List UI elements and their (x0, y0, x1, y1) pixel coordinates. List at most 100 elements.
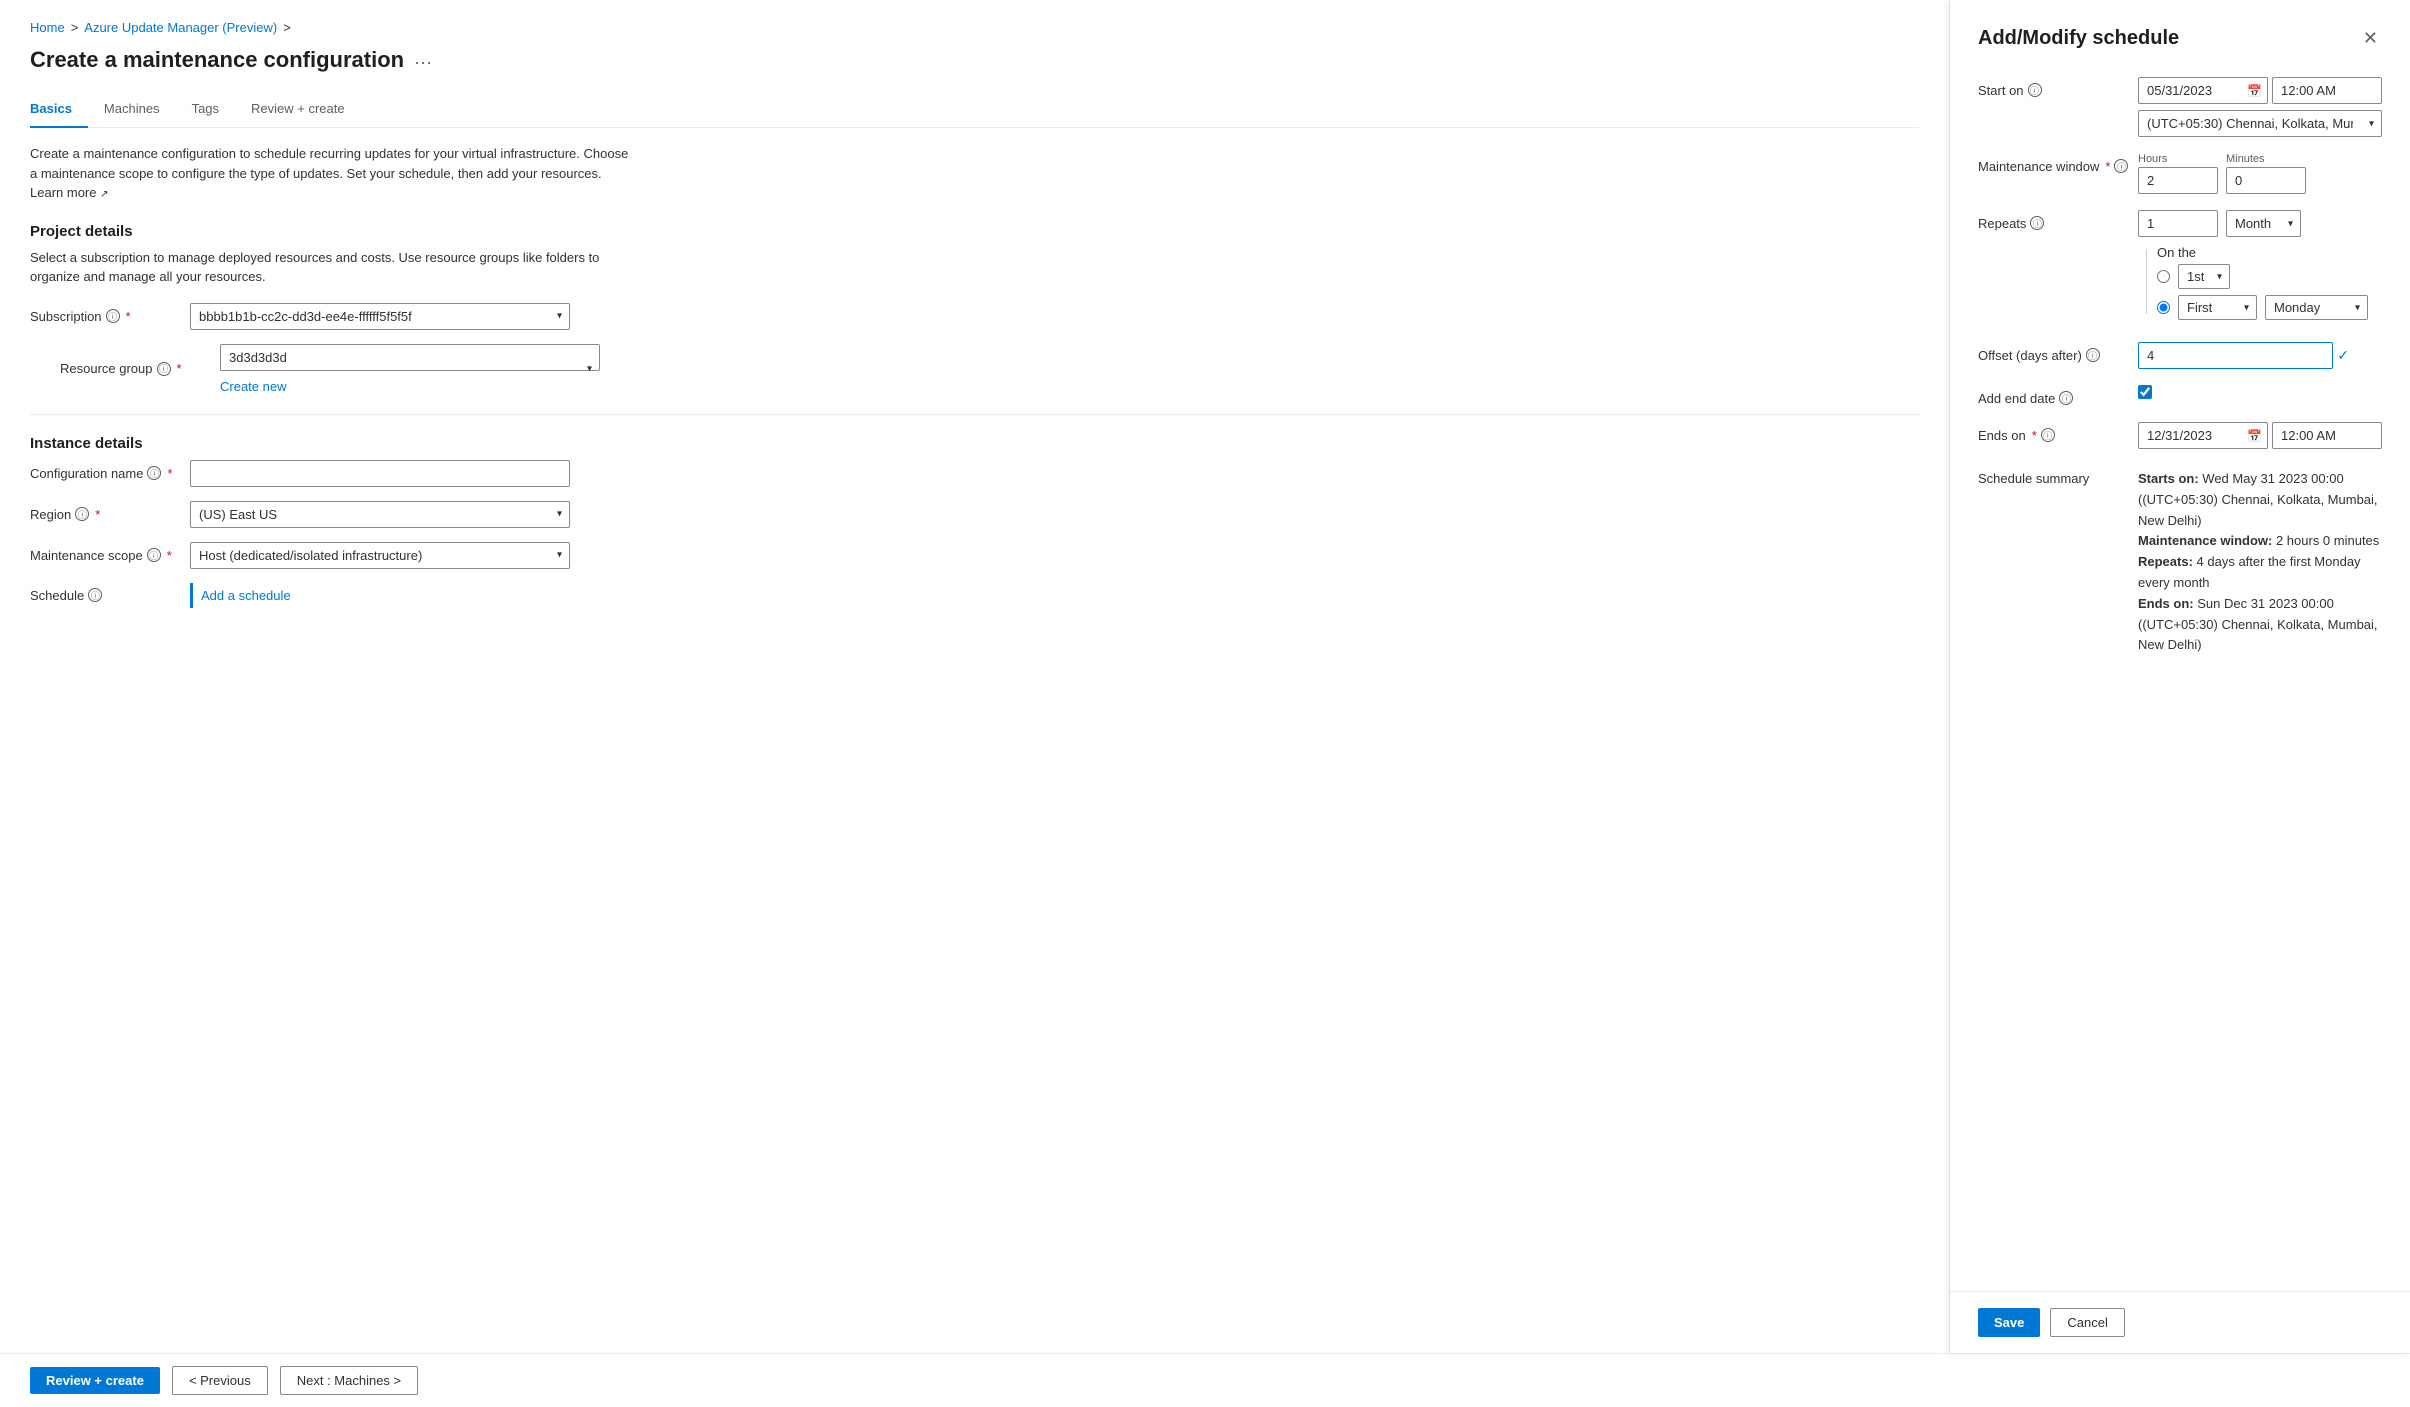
next-button[interactable]: Next : Machines > (280, 1366, 418, 1395)
learn-more-link[interactable]: Learn more ↗ (30, 185, 109, 200)
maintenance-window-required: * (2105, 159, 2110, 174)
on-the-day-select-wrap: 1st ▾ (2178, 264, 2230, 289)
region-input-wrap: (US) East US ▾ (190, 501, 570, 528)
bottom-bar: Review + create < Previous Next : Machin… (0, 1353, 2410, 1407)
ends-on-bold: Ends on: (2138, 596, 2194, 611)
subscription-input-wrap: bbbb1b1b-cc2c-dd3d-ee4e-ffffff5f5f5f ▾ (190, 303, 570, 330)
repeats-info-icon: ⓘ (2030, 216, 2044, 230)
add-end-date-label: Add end date ⓘ (1978, 385, 2138, 406)
section-project-details-title: Project details (30, 223, 1919, 240)
hours-group: Hours (2138, 153, 2218, 194)
offset-label: Offset (days after) ⓘ (1978, 342, 2138, 363)
section-project-details-desc: Select a subscription to manage deployed… (30, 248, 630, 287)
configuration-name-input-wrap (190, 460, 570, 487)
breadcrumb-azure-update[interactable]: Azure Update Manager (Preview) (84, 20, 277, 35)
tab-tags[interactable]: Tags (176, 93, 235, 128)
subscription-info-icon: ⓘ (106, 309, 120, 323)
maintenance-scope-required: * (167, 548, 172, 563)
hours-input[interactable] (2138, 167, 2218, 194)
review-create-button[interactable]: Review + create (30, 1367, 160, 1394)
maintenance-scope-info-icon: ⓘ (147, 548, 161, 562)
start-on-row: Start on ⓘ 📅 (UTC+05:30) Chennai, Kolkat… (1978, 77, 2382, 137)
region-label: Region ⓘ * (30, 507, 190, 522)
maintenance-window-input-area: Hours Minutes (2138, 153, 2382, 194)
breadcrumb-sep1: > (71, 20, 79, 35)
timezone-select[interactable]: (UTC+05:30) Chennai, Kolkata, Mumbai, N.… (2138, 110, 2382, 137)
maintenance-scope-group: Maintenance scope ⓘ * Host (dedicated/is… (30, 542, 1919, 569)
on-the-day-select[interactable]: 1st (2178, 264, 2230, 289)
previous-button[interactable]: < Previous (172, 1366, 268, 1395)
offset-row: Offset (days after) ⓘ ✓ (1978, 342, 2382, 369)
tab-basics[interactable]: Basics (30, 93, 88, 128)
start-on-date-wrap: 📅 (2138, 77, 2268, 104)
start-on-date-time-row: 📅 (2138, 77, 2382, 104)
minutes-group: Minutes (2226, 153, 2306, 194)
resource-group-select[interactable]: 3d3d3d3d (220, 344, 600, 371)
maintenance-scope-select[interactable]: Host (dedicated/isolated infrastructure) (190, 542, 570, 569)
region-required: * (95, 507, 100, 522)
repeats-label: Repeats ⓘ (1978, 210, 2138, 231)
offset-input[interactable] (2138, 342, 2333, 369)
offset-input-wrap: ✓ (2138, 342, 2382, 369)
offset-input-area: ✓ (2138, 342, 2382, 369)
tab-review-create[interactable]: Review + create (235, 93, 361, 128)
starts-on-bold: Starts on: (2138, 471, 2199, 486)
resource-group-required: * (177, 361, 182, 376)
on-the-radio-1[interactable] (2157, 270, 2170, 283)
section-divider (30, 414, 1919, 415)
page-title-more-options[interactable]: ··· (414, 52, 432, 73)
maintenance-window-info-icon: ⓘ (2114, 159, 2128, 173)
cancel-button[interactable]: Cancel (2050, 1308, 2124, 1337)
on-the-option2-row: First Second Third Fourth Last ▾ (2157, 295, 2382, 320)
breadcrumb-home[interactable]: Home (30, 20, 65, 35)
schedule-group: Schedule ⓘ Add a schedule (30, 583, 1919, 608)
add-schedule-button[interactable]: Add a schedule (190, 583, 291, 608)
add-end-date-info-icon: ⓘ (2059, 391, 2073, 405)
ends-on-time-input[interactable] (2272, 422, 2382, 449)
panel-title: Add/Modify schedule (1978, 27, 2179, 50)
repeats-value-row: Month Day Week ▾ (2138, 210, 2382, 237)
weekday-select-wrap: Monday Tuesday Wednesday Thursday Friday… (2265, 295, 2368, 320)
repeats-row: Repeats ⓘ Month Day Week ▾ (1978, 210, 2382, 326)
repeats-unit-select[interactable]: Month Day Week (2226, 210, 2301, 237)
repeats-number-input[interactable] (2138, 210, 2218, 237)
close-panel-button[interactable]: ✕ (2359, 24, 2382, 53)
schedule-summary-row: Schedule summary Starts on: Wed May 31 2… (1978, 465, 2382, 656)
maintenance-window-row: Maintenance window * ⓘ Hours Minutes (1978, 153, 2382, 194)
maint-window-val: 2 hours 0 minutes (2272, 533, 2379, 548)
region-select[interactable]: (US) East US (190, 501, 570, 528)
configuration-name-label: Configuration name ⓘ * (30, 466, 190, 481)
add-end-date-row: Add end date ⓘ (1978, 385, 2382, 406)
hours-label: Hours (2138, 153, 2218, 165)
add-end-date-checkbox[interactable] (2138, 385, 2152, 399)
order-select[interactable]: First Second Third Fourth Last (2178, 295, 2257, 320)
resource-group-input-wrap: 3d3d3d3d ▾ Create new (220, 344, 600, 394)
configuration-name-input[interactable] (190, 460, 570, 487)
subscription-select[interactable]: bbbb1b1b-cc2c-dd3d-ee4e-ffffff5f5f5f (190, 303, 570, 330)
on-the-label: On the (2157, 245, 2382, 260)
panel-header: Add/Modify schedule ✕ (1978, 24, 2382, 53)
schedule-label: Schedule ⓘ (30, 588, 190, 603)
section-instance-details-title: Instance details (30, 435, 1919, 452)
start-on-calendar-icon[interactable]: 📅 (2247, 84, 2262, 98)
save-button[interactable]: Save (1978, 1308, 2040, 1337)
start-on-input-area: 📅 (UTC+05:30) Chennai, Kolkata, Mumbai, … (2138, 77, 2382, 137)
ends-on-label: Ends on * ⓘ (1978, 422, 2138, 443)
create-new-link[interactable]: Create new (220, 379, 286, 394)
on-the-option1-row: 1st ▾ (2157, 264, 2382, 289)
page-title: Create a maintenance configuration (30, 47, 404, 73)
configuration-name-required: * (167, 466, 172, 481)
panel-bottom-buttons: Save Cancel (1950, 1291, 2410, 1353)
minutes-input[interactable] (2226, 167, 2306, 194)
start-on-time-input[interactable] (2272, 77, 2382, 104)
ends-on-calendar-icon[interactable]: 📅 (2247, 429, 2262, 443)
weekday-select[interactable]: Monday Tuesday Wednesday Thursday Friday… (2265, 295, 2368, 320)
tabs: Basics Machines Tags Review + create (30, 93, 1919, 128)
ends-on-row: Ends on * ⓘ 📅 (1978, 422, 2382, 449)
ends-on-info-icon: ⓘ (2041, 428, 2055, 442)
resource-group-group: Resource group ⓘ * 3d3d3d3d ▾ Create new (30, 344, 1919, 394)
repeats-input-area: Month Day Week ▾ On the (2138, 210, 2382, 326)
on-the-radio-2[interactable] (2157, 301, 2170, 314)
subscription-label: Subscription ⓘ * (30, 309, 190, 324)
tab-machines[interactable]: Machines (88, 93, 176, 128)
